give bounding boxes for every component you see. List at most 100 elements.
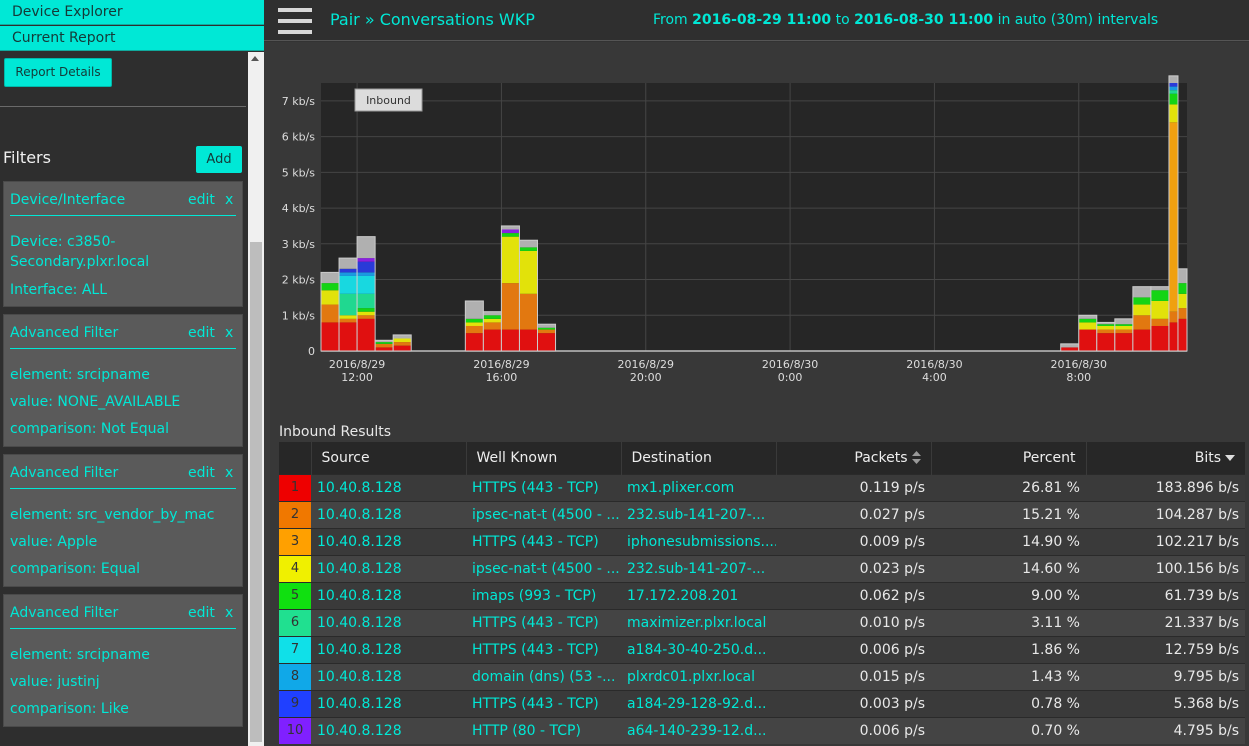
source-cell[interactable]: 10.40.8.128 [311,554,466,582]
packets-cell[interactable]: 0.062 p/s [776,581,931,609]
chart-segment [519,250,538,294]
filter-edit-link[interactable]: edit [188,605,215,621]
table-row[interactable]: 4 10.40.8.128 ipsec-nat-t (4500 - ... 232.s… [279,554,1245,582]
bits-cell[interactable]: 9.795 b/s [1086,662,1245,690]
destination-cell[interactable]: a64-140-239-12.d... [621,716,776,744]
destination-cell[interactable]: mx1.plixer.com [621,473,776,501]
percent-cell[interactable]: 26.81 % [931,473,1086,501]
packets-cell[interactable]: 0.010 p/s [776,608,931,636]
percent-cell[interactable]: 14.60 % [931,554,1086,582]
time-from-value: 2016-08-29 11:00 [692,12,832,28]
filter-remove-link[interactable]: x [225,465,233,481]
bits-cell[interactable]: 183.896 b/s [1086,473,1245,501]
column-header-well-known[interactable]: Well Known [466,442,622,474]
chart-segment [1114,324,1133,326]
scrollbar-thumb[interactable] [250,242,262,742]
packets-cell[interactable]: 0.015 p/s [776,662,931,690]
packets-cell[interactable]: 0.119 p/s [776,473,931,501]
column-header-percent[interactable]: Percent [931,442,1087,474]
table-row[interactable]: 6 10.40.8.128 HTTPS (443 - TCP) maximizer.p… [279,608,1245,636]
column-header-source[interactable]: Source [311,442,467,474]
destination-cell[interactable]: iphonesubmissions.... [621,527,776,555]
source-cell[interactable]: 10.40.8.128 [311,473,466,501]
well-known-cell[interactable]: HTTPS (443 - TCP) [466,689,621,717]
destination-cell[interactable]: 17.172.208.201 [621,581,776,609]
bits-cell[interactable]: 12.759 b/s [1086,635,1245,663]
bits-label: Bits [1194,449,1221,466]
table-row[interactable]: 9 10.40.8.128 HTTPS (443 - TCP) a184-29-128… [279,689,1245,717]
packets-cell[interactable]: 0.006 p/s [776,635,931,663]
percent-cell[interactable]: 0.78 % [931,689,1086,717]
bits-cell[interactable]: 102.217 b/s [1086,527,1245,555]
filter-edit-link[interactable]: edit [188,325,215,341]
scroll-up-arrow-icon[interactable] [251,56,259,61]
bits-cell[interactable]: 104.287 b/s [1086,500,1245,528]
destination-cell[interactable]: 232.sub-141-207-... [621,554,776,582]
table-row[interactable]: 10 10.40.8.128 HTTP (80 - TCP) a64-140-239-… [279,716,1245,744]
table-row[interactable]: 7 10.40.8.128 HTTPS (443 - TCP) a184-30-40-… [279,635,1245,663]
well-known-cell[interactable]: HTTPS (443 - TCP) [466,527,621,555]
table-row[interactable]: 1 10.40.8.128 HTTPS (443 - TCP) mx1.plixer.… [279,473,1245,501]
well-known-cell[interactable]: ipsec-nat-t (4500 - ... [466,554,621,582]
column-header-packets[interactable]: Packets [776,442,932,474]
source-cell[interactable]: 10.40.8.128 [311,527,466,555]
well-known-cell[interactable]: HTTPS (443 - TCP) [466,608,621,636]
add-filter-button[interactable]: Add [196,146,242,173]
bits-cell[interactable]: 4.795 b/s [1086,716,1245,744]
well-known-cell[interactable]: imaps (993 - TCP) [466,581,621,609]
filter-title: Advanced Filter [10,465,119,481]
well-known-cell[interactable]: HTTPS (443 - TCP) [466,635,621,663]
table-row[interactable]: 8 10.40.8.128 domain (dns) (53 -... plxrdc0… [279,662,1245,690]
source-cell[interactable]: 10.40.8.128 [311,500,466,528]
filter-edit-link[interactable]: edit [188,192,215,208]
filter-remove-link[interactable]: x [225,192,233,208]
table-row[interactable]: 5 10.40.8.128 imaps (993 - TCP) 17.172.208.… [279,581,1245,609]
sidebar-scrollbar[interactable] [248,52,264,746]
destination-cell[interactable]: maximizer.plxr.local [621,608,776,636]
filter-title: Device/Interface [10,192,126,208]
well-known-cell[interactable]: HTTP (80 - TCP) [466,716,621,744]
source-cell[interactable]: 10.40.8.128 [311,662,466,690]
source-cell[interactable]: 10.40.8.128 [311,689,466,717]
destination-cell[interactable]: 232.sub-141-207-... [621,500,776,528]
filter-card-advanced: Advanced Filter edit x element: srcipnam… [3,314,243,447]
source-cell[interactable]: 10.40.8.128 [311,581,466,609]
percent-cell[interactable]: 0.70 % [931,716,1086,744]
packets-cell[interactable]: 0.006 p/s [776,716,931,744]
table-row[interactable]: 3 10.40.8.128 HTTPS (443 - TCP) iphonesubmi… [279,527,1245,555]
destination-cell[interactable]: plxrdc01.plxr.local [621,662,776,690]
percent-cell[interactable]: 9.00 % [931,581,1086,609]
bits-cell[interactable]: 5.368 b/s [1086,689,1245,717]
bits-cell[interactable]: 100.156 b/s [1086,554,1245,582]
column-header-destination[interactable]: Destination [621,442,777,474]
bits-cell[interactable]: 21.337 b/s [1086,608,1245,636]
packets-cell[interactable]: 0.027 p/s [776,500,931,528]
filter-remove-link[interactable]: x [225,605,233,621]
destination-cell[interactable]: a184-30-40-250.d... [621,635,776,663]
nav-device-explorer[interactable]: Device Explorer [0,0,264,25]
source-cell[interactable]: 10.40.8.128 [311,608,466,636]
packets-cell[interactable]: 0.003 p/s [776,689,931,717]
percent-cell[interactable]: 14.90 % [931,527,1086,555]
percent-cell[interactable]: 1.86 % [931,635,1086,663]
percent-cell[interactable]: 15.21 % [931,500,1086,528]
report-details-button[interactable]: Report Details [4,58,112,87]
bits-cell[interactable]: 61.739 b/s [1086,581,1245,609]
filter-remove-link[interactable]: x [225,325,233,341]
well-known-cell[interactable]: domain (dns) (53 -... [466,662,621,690]
packets-cell[interactable]: 0.023 p/s [776,554,931,582]
filter-edit-link[interactable]: edit [188,465,215,481]
column-header-bits[interactable]: Bits [1086,442,1245,474]
well-known-cell[interactable]: ipsec-nat-t (4500 - ... [466,500,621,528]
time-range[interactable]: From 2016-08-29 11:00 to 2016-08-30 11:0… [653,12,1158,28]
packets-cell[interactable]: 0.009 p/s [776,527,931,555]
table-row[interactable]: 2 10.40.8.128 ipsec-nat-t (4500 - ... 232.s… [279,500,1245,528]
destination-cell[interactable]: a184-29-128-92.d... [621,689,776,717]
source-cell[interactable]: 10.40.8.128 [311,635,466,663]
nav-current-report[interactable]: Current Report [0,26,264,51]
percent-cell[interactable]: 1.43 % [931,662,1086,690]
percent-cell[interactable]: 3.11 % [931,608,1086,636]
source-cell[interactable]: 10.40.8.128 [311,716,466,744]
well-known-cell[interactable]: HTTPS (443 - TCP) [466,473,621,501]
hamburger-menu-icon[interactable] [278,8,312,34]
